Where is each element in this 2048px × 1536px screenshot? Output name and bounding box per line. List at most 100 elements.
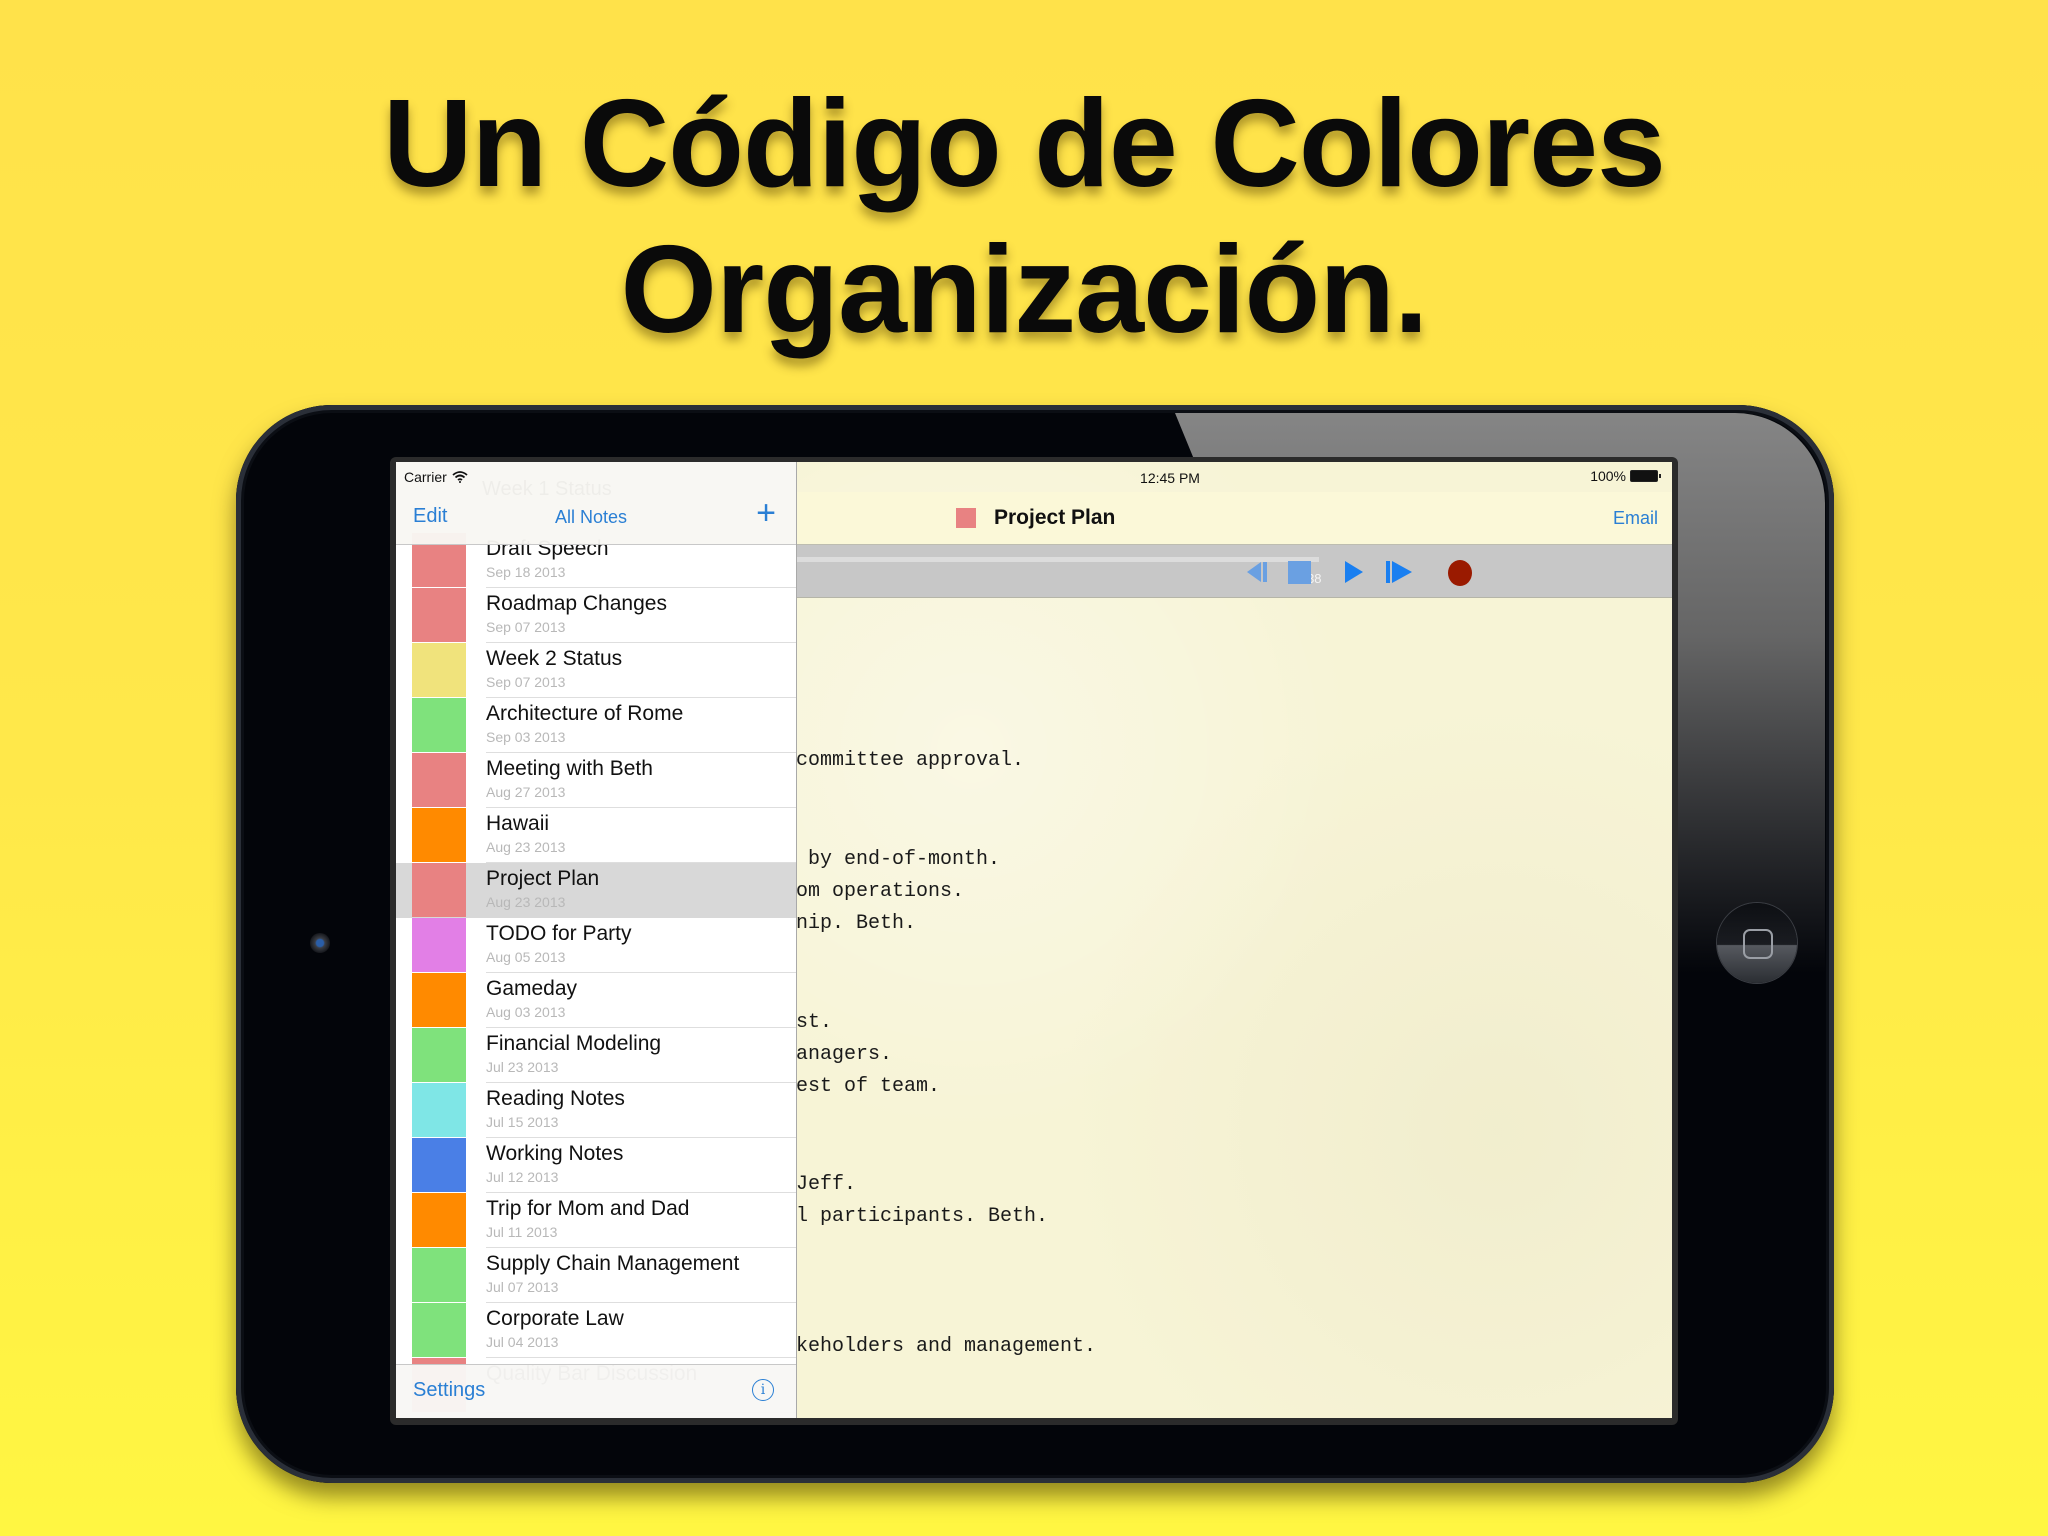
info-icon[interactable]: i <box>752 1379 774 1401</box>
note-title: Reading Notes <box>486 1087 625 1110</box>
note-list-item[interactable]: Financial Modeling Jul 23 2013 <box>396 1028 796 1083</box>
note-title: Supply Chain Management <box>486 1252 740 1275</box>
note-list-item[interactable]: Trip for Mom and Dad Jul 11 2013 <box>396 1193 796 1248</box>
note-color-swatch <box>412 808 466 862</box>
note-title: Hawaii <box>486 812 550 835</box>
note-color-swatch <box>412 643 466 697</box>
note-color-swatch <box>412 588 466 642</box>
document-line: nip. Beth. <box>796 912 917 935</box>
document-line: est of team. <box>796 1075 941 1098</box>
note-title: TODO for Party <box>486 922 632 945</box>
note-list-item[interactable]: TODO for Party Aug 05 2013 <box>396 918 796 973</box>
home-square-icon <box>1743 929 1773 959</box>
document-line: Jeff. <box>796 1173 857 1196</box>
document-line: om operations. <box>796 880 965 903</box>
note-color-swatch <box>412 1083 466 1137</box>
stop-icon[interactable] <box>1287 559 1313 585</box>
note-title: Working Notes <box>486 1142 624 1165</box>
note-date: Jul 07 2013 <box>486 1279 559 1295</box>
notes-sidebar: Draft Speech Sep 18 2013 Roadmap Changes Se… <box>396 462 797 1418</box>
note-title: Roadmap Changes <box>486 592 667 615</box>
note-title: Week 2 Status <box>486 647 623 670</box>
note-list-item[interactable]: Reading Notes Jul 15 2013 <box>396 1083 796 1138</box>
note-color-swatch <box>412 863 466 917</box>
note-list-item[interactable]: Project Plan Aug 23 2013 <box>396 863 796 918</box>
camera-icon <box>310 933 330 953</box>
skip-forward-icon[interactable] <box>1384 559 1416 585</box>
battery-indicator: 100% <box>1590 468 1661 484</box>
record-icon[interactable] <box>1446 559 1474 587</box>
battery-icon <box>1630 470 1661 482</box>
note-color-swatch <box>412 1138 466 1192</box>
skip-back-icon[interactable] <box>1243 559 1269 585</box>
note-color-swatch <box>412 753 466 807</box>
note-date: Sep 07 2013 <box>486 674 566 690</box>
note-list-item[interactable]: Architecture of Rome Sep 03 2013 <box>396 698 796 753</box>
note-date: Sep 07 2013 <box>486 619 566 635</box>
sidebar-title: All Notes <box>554 507 628 527</box>
note-list-item[interactable]: Week 2 Status Sep 07 2013 <box>396 643 796 698</box>
note-list-item[interactable]: Supply Chain Management Jul 07 2013 <box>396 1248 796 1303</box>
note-list-item[interactable]: Hawaii Aug 23 2013 <box>396 808 796 863</box>
home-button[interactable] <box>1717 903 1797 983</box>
note-date: Aug 27 2013 <box>486 784 566 800</box>
status-carrier-group: Carrier <box>404 469 468 485</box>
document-title: Project Plan <box>994 506 1116 529</box>
note-date: Aug 03 2013 <box>486 1004 566 1020</box>
play-icon[interactable] <box>1341 559 1367 585</box>
note-date: Sep 18 2013 <box>486 564 566 580</box>
document-line: committee approval. <box>796 749 1025 772</box>
note-color-swatch <box>412 1028 466 1082</box>
note-list-item[interactable]: Meeting with Beth Aug 27 2013 <box>396 753 796 808</box>
document-line: anagers. <box>796 1043 893 1066</box>
settings-button[interactable]: Settings <box>413 1379 485 1402</box>
note-date: Jul 04 2013 <box>486 1334 559 1350</box>
note-list-item[interactable]: Gameday Aug 03 2013 <box>396 973 796 1028</box>
note-color-swatch <box>412 698 466 752</box>
document-navbar: Project Plan Email <box>796 492 1672 545</box>
note-title: Architecture of Rome <box>486 702 684 725</box>
note-title: Gameday <box>486 977 578 1000</box>
note-list-item[interactable]: Working Notes Jul 12 2013 <box>396 1138 796 1193</box>
document-line: st. <box>796 1011 833 1034</box>
wifi-icon <box>452 471 468 483</box>
document-title-group: Project Plan <box>956 506 1115 530</box>
note-color-swatch <box>412 918 466 972</box>
document-pane: 12:45 PM 100% Project Plan Email 26:38 <box>796 462 1672 1418</box>
note-date: Sep 03 2013 <box>486 729 566 745</box>
note-date: Aug 05 2013 <box>486 949 566 965</box>
note-date: Jul 12 2013 <box>486 1169 559 1185</box>
status-bar: 12:45 PM 100% <box>796 462 1672 492</box>
note-title: Project Plan <box>486 867 600 890</box>
carrier-label: Carrier <box>404 469 447 485</box>
document-color-swatch <box>956 508 976 528</box>
note-color-swatch <box>412 1248 466 1302</box>
note-color-swatch <box>412 1303 466 1357</box>
note-list-item[interactable]: Roadmap Changes Sep 07 2013 <box>396 588 796 643</box>
document-line: keholders and management. <box>796 1335 1097 1358</box>
screen: 12:45 PM 100% Project Plan Email 26:38 <box>396 462 1672 1418</box>
headline-line-1: Un Código de Colores <box>383 75 1666 213</box>
note-color-swatch <box>412 1193 466 1247</box>
note-title: Meeting with Beth <box>486 757 653 780</box>
email-button[interactable]: Email <box>1613 508 1658 529</box>
note-color-swatch <box>412 973 466 1027</box>
note-date: Jul 23 2013 <box>486 1059 559 1075</box>
document-body[interactable]: committee approval. by end-of-month. om … <box>796 598 1672 1418</box>
note-date: Jul 11 2013 <box>486 1224 558 1240</box>
note-title: Financial Modeling <box>486 1032 662 1055</box>
add-note-button[interactable]: + <box>756 496 776 530</box>
note-title: Trip for Mom and Dad <box>486 1197 690 1220</box>
ghost-scroll-title: Week 1 Status <box>482 478 612 501</box>
note-date: Jul 15 2013 <box>486 1114 559 1130</box>
note-date: Aug 23 2013 <box>486 839 566 855</box>
note-list-item[interactable]: Corporate Law Jul 04 2013 <box>396 1303 796 1358</box>
audio-player: 26:38 <box>796 545 1672 598</box>
sidebar-footer: Settings i <box>396 1364 796 1418</box>
document-line: l participants. Beth. <box>796 1205 1049 1228</box>
note-date: Aug 23 2013 <box>486 894 566 910</box>
status-time: 12:45 PM <box>1140 470 1200 486</box>
playback-progress-track[interactable] <box>796 557 1319 562</box>
note-title: Corporate Law <box>486 1307 624 1330</box>
document-line: by end-of-month. <box>796 848 1001 871</box>
